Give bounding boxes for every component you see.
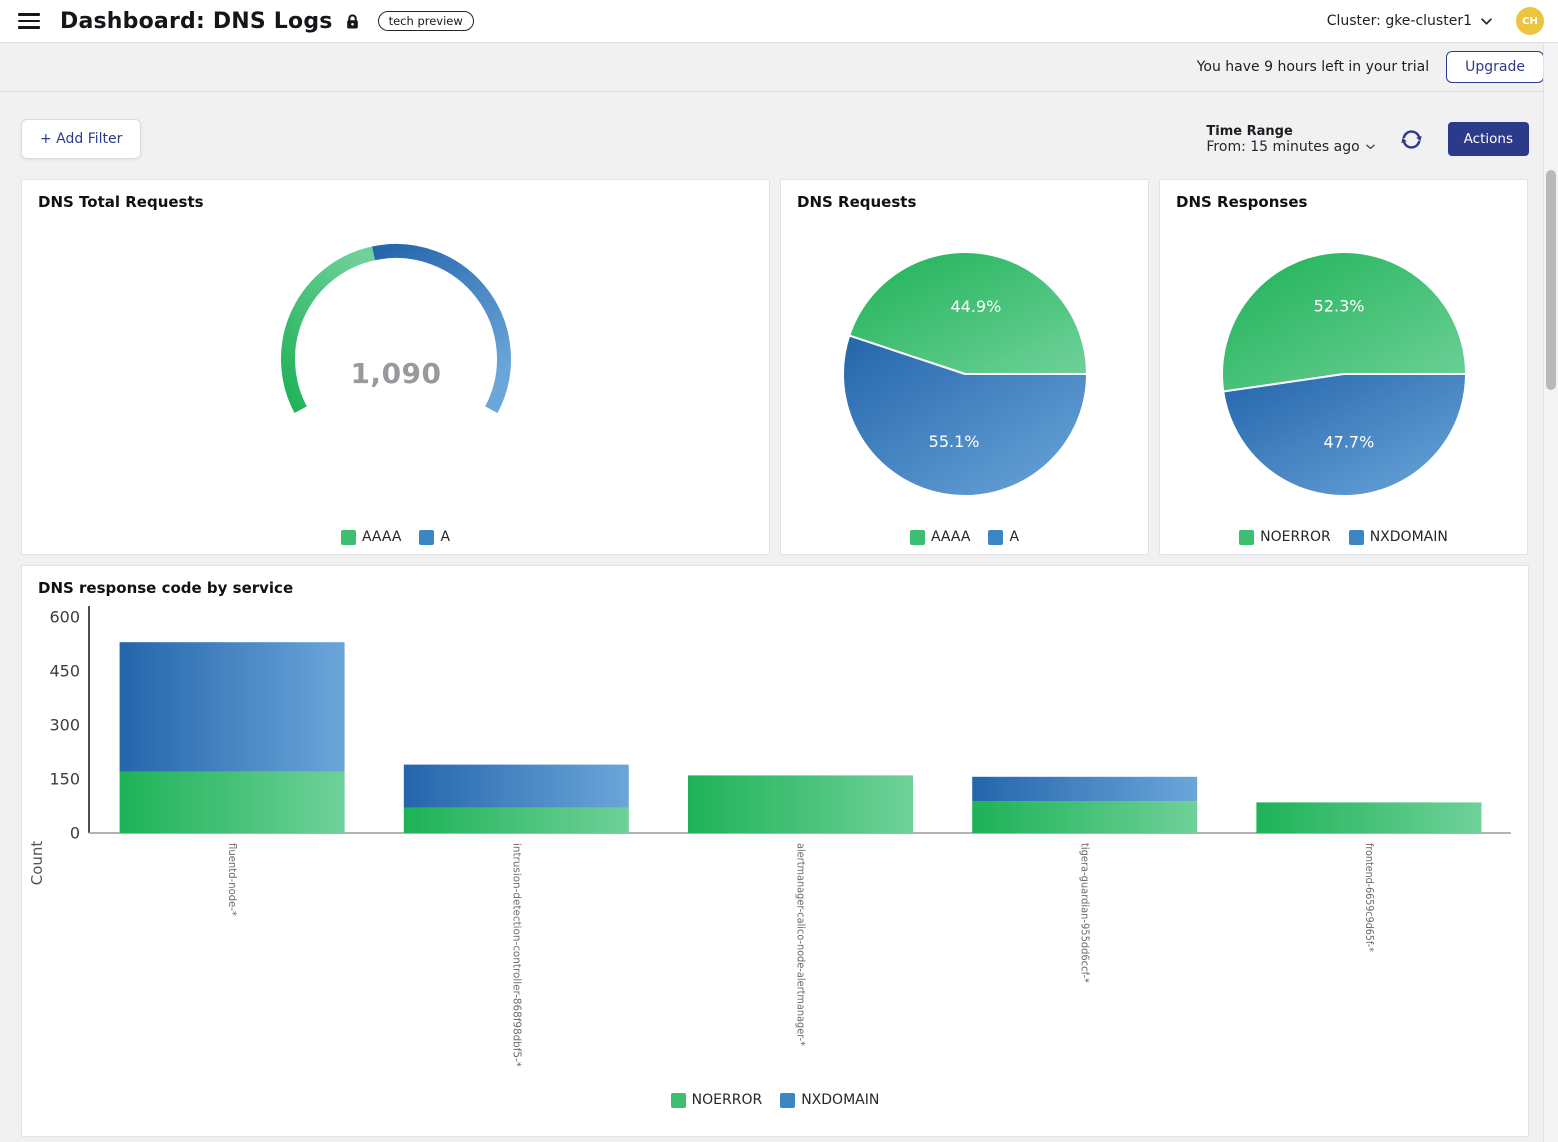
y-axis-title: Count — [28, 841, 46, 886]
tech-preview-badge: tech preview — [378, 11, 474, 31]
pie-chart: 44.9% 55.1% — [840, 249, 1090, 499]
chart-legend: AAAAA — [22, 529, 769, 545]
actions-button[interactable]: Actions — [1448, 122, 1529, 156]
vertical-scrollbar[interactable] — [1543, 43, 1558, 1142]
cluster-label: Cluster: gke-cluster1 — [1327, 13, 1472, 29]
legend-swatch — [780, 1093, 795, 1108]
gauge-chart-container: 1,090 — [261, 243, 531, 421]
card-title: DNS Total Requests — [22, 180, 769, 211]
legend-swatch — [1239, 530, 1254, 545]
y-axis-tick: 0 — [70, 824, 80, 843]
y-axis-tick: 150 — [49, 770, 80, 789]
hamburger-menu-icon[interactable] — [18, 13, 40, 29]
chart-legend: NOERROR NXDOMAIN — [1160, 529, 1527, 545]
refresh-icon — [1399, 127, 1424, 152]
page-title: Dashboard: DNS Logs — [60, 9, 333, 34]
pie-chart-container: 44.9% 55.1% — [840, 249, 1090, 499]
bar-segment-nxdomain[interactable] — [120, 642, 345, 772]
bar-segment-noerror[interactable] — [404, 808, 629, 833]
card-dns-total-requests: DNS Total Requests 1,090 AAAAA — [21, 179, 770, 555]
legend-swatch — [1349, 530, 1364, 545]
bar-segment-nxdomain[interactable] — [404, 765, 629, 808]
bar-chart: 0 150 300 450 600 Count fluentd-node-* intrusio… — [22, 566, 1528, 1111]
legend-label: AAAA — [362, 529, 401, 545]
pie-slice-noerror[interactable] — [1222, 252, 1466, 392]
trial-message: You have 9 hours left in your trial — [1197, 59, 1429, 75]
y-axis-tick: 600 — [49, 608, 80, 627]
y-axis-tick: 300 — [49, 716, 80, 735]
legend-label: AAAA — [931, 529, 970, 545]
pie-slice-label: 47.7% — [1323, 433, 1374, 452]
pie-slice-label: 52.3% — [1313, 296, 1364, 315]
legend-item-a[interactable]: A — [988, 529, 1019, 545]
cluster-selector[interactable]: Cluster: gke-cluster1 — [1327, 13, 1492, 29]
x-axis-label: intrusion-detection-controller-868f98dbf… — [510, 843, 522, 1067]
bar-segment-noerror[interactable] — [120, 772, 345, 833]
card-dns-requests: DNS Requests 44.9%55.1% AAAAA — [780, 179, 1149, 555]
pie-chart: 52.3% 47.7% — [1219, 249, 1469, 499]
legend-item-nxdomain[interactable]: NXDOMAIN — [1349, 529, 1448, 545]
cards-row: DNS Total Requests 1,090 AAAAA DNS Reque… — [21, 179, 1528, 555]
legend-label: NOERROR — [692, 1092, 763, 1108]
y-axis-tick: 450 — [49, 662, 80, 681]
pie-chart-container: 52.3% 47.7% — [1219, 249, 1469, 499]
legend-swatch — [988, 530, 1003, 545]
card-title: DNS Requests — [781, 180, 1148, 211]
avatar[interactable]: CH — [1516, 7, 1544, 35]
card-dns-responses: DNS Responses 52.3% 47.7% NOERROR NXDOMAIN — [1159, 179, 1528, 555]
trial-banner: You have 9 hours left in your trial Upgr… — [0, 43, 1558, 92]
chevron-down-icon — [1366, 144, 1375, 150]
pie-slice-label: 55.1% — [928, 432, 979, 451]
bar-segment-nxdomain[interactable] — [972, 777, 1197, 802]
legend-label: NXDOMAIN — [1370, 529, 1448, 545]
legend-label: NOERROR — [1260, 529, 1331, 545]
scrollbar-thumb[interactable] — [1546, 170, 1556, 390]
x-axis-label: frontend-6659c9d65f-* — [1363, 843, 1375, 952]
lock-icon — [345, 13, 360, 30]
bar-segment-noerror[interactable] — [1256, 802, 1481, 833]
x-axis-label: fluentd-node-* — [226, 843, 238, 916]
time-range-dropdown[interactable]: From: 15 minutes ago — [1206, 139, 1374, 155]
legend-item-noerror[interactable]: NOERROR — [1239, 529, 1331, 545]
filter-toolbar: + Add Filter Time Range From: 15 minutes… — [21, 119, 1529, 159]
refresh-button[interactable] — [1397, 125, 1426, 154]
add-filter-button[interactable]: + Add Filter — [21, 119, 141, 159]
legend-swatch — [341, 530, 356, 545]
gauge-chart: 1,090 — [261, 243, 531, 421]
pie-slice-label: 44.9% — [950, 297, 1001, 316]
legend-swatch — [910, 530, 925, 545]
legend-swatch — [419, 530, 434, 545]
gauge-value: 1,090 — [350, 357, 441, 390]
bar-segment-noerror[interactable] — [688, 775, 913, 833]
app-header: Dashboard: DNS Logs tech preview Cluster… — [0, 0, 1558, 43]
chart-legend: AAAAA — [781, 529, 1148, 545]
chevron-down-icon — [1481, 18, 1492, 25]
time-range-label: Time Range — [1206, 124, 1374, 139]
legend-item-a[interactable]: A — [419, 529, 450, 545]
card-dns-response-code-by-service: DNS response code by service 01503004506… — [21, 565, 1529, 1137]
legend-swatch — [671, 1093, 686, 1108]
time-range: Time Range From: 15 minutes ago — [1206, 124, 1374, 155]
card-title: DNS Responses — [1160, 180, 1527, 211]
legend-label: NXDOMAIN — [801, 1092, 879, 1108]
bar-segment-noerror[interactable] — [972, 801, 1197, 833]
bar-chart-container: 0 150 300 450 600 Count fluentd-node-* intrusio… — [22, 566, 1528, 1111]
x-axis-label: alertmanager-calico-node-alertmanager-* — [795, 843, 807, 1046]
x-axis-label: tigera-guardian-955dd6ccf-* — [1079, 843, 1091, 983]
upgrade-button[interactable]: Upgrade — [1446, 51, 1544, 83]
legend-item-noerror[interactable]: NOERROR — [671, 1092, 763, 1108]
legend-label: A — [1009, 529, 1019, 545]
legend-label: A — [440, 529, 450, 545]
legend-item-nxdomain[interactable]: NXDOMAIN — [780, 1092, 879, 1108]
legend-item-aaaa[interactable]: AAAA — [910, 529, 970, 545]
chart-legend: NOERROR NXDOMAIN — [22, 1092, 1528, 1108]
legend-item-aaaa[interactable]: AAAA — [341, 529, 401, 545]
